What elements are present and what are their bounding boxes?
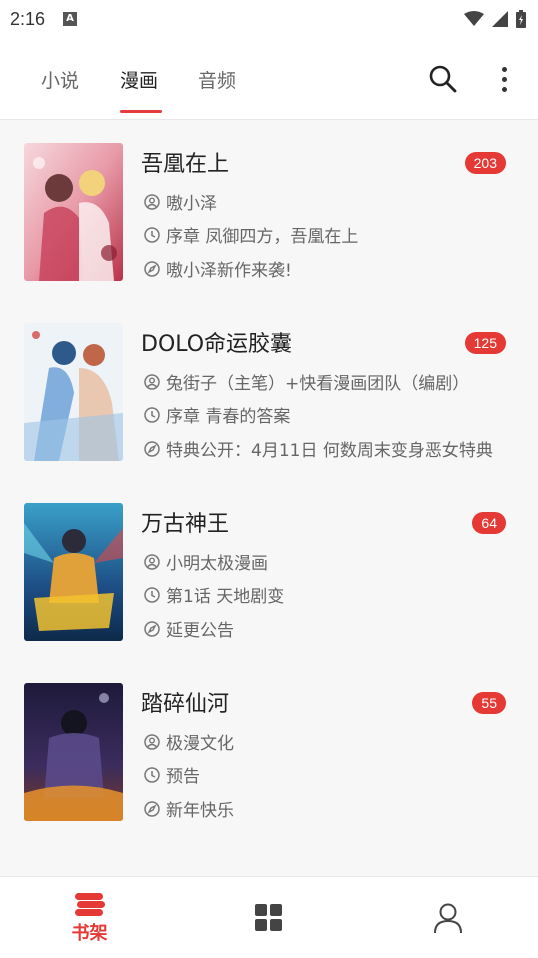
comic-chapter-row: 预告 <box>141 762 513 787</box>
comic-list-item[interactable]: DOLO命运胶囊 125 兔街子（主笔）+快看漫画团队（编剧） 序章 青春的答案… <box>0 301 538 481</box>
comic-notice: 嗷小泽新作来袭! <box>166 261 292 281</box>
top-tab-bar: 小说 漫画 音频 <box>0 38 538 120</box>
update-count-badge: 203 <box>464 152 506 174</box>
nav-profile[interactable] <box>358 877 537 958</box>
status-bar: 2:16 A <box>0 0 538 38</box>
search-button[interactable] <box>428 64 458 94</box>
author-icon <box>144 733 160 750</box>
comic-notice: 延更公告 <box>166 621 234 641</box>
comic-notice-row: 新年快乐 <box>141 796 513 821</box>
clock-icon <box>144 406 160 423</box>
comic-cover-image[interactable] <box>24 503 123 641</box>
comic-notice: 新年快乐 <box>166 801 234 821</box>
compass-icon <box>144 440 160 457</box>
comic-author-row: 兔街子（主笔）+快看漫画团队（编剧） <box>141 369 513 394</box>
comic-cover-image[interactable] <box>24 683 123 821</box>
more-options-button[interactable] <box>494 64 514 94</box>
notification-a-icon: A <box>63 12 78 26</box>
search-icon <box>429 65 457 93</box>
bookshelf-icon <box>74 893 105 916</box>
tab-novel[interactable]: 小说 <box>41 66 79 93</box>
comic-notice-row: 延更公告 <box>141 616 513 641</box>
comic-latest-chapter: 第1话 天地剧变 <box>166 587 285 607</box>
comic-list-item[interactable]: 万古神王 64 小明太极漫画 第1话 天地剧变 延更公告 <box>0 481 538 661</box>
comic-author-row: 嗷小泽 <box>141 189 513 214</box>
clock-icon <box>144 226 160 243</box>
comic-chapter-row: 序章 青春的答案 <box>141 402 513 427</box>
comic-author-row: 小明太极漫画 <box>141 549 513 574</box>
author-icon <box>144 193 160 210</box>
compass-icon <box>144 260 160 277</box>
update-count-badge: 64 <box>472 512 506 534</box>
compass-icon <box>144 800 160 817</box>
comic-author: 嗷小泽 <box>166 194 217 214</box>
more-dot-icon <box>501 66 507 72</box>
tab-comic[interactable]: 漫画 <box>120 66 158 93</box>
comic-chapter-row: 第1话 天地剧变 <box>141 582 513 607</box>
signal-icon <box>492 11 508 27</box>
comic-title: 踏碎仙河 <box>141 692 230 717</box>
comic-cover-image[interactable] <box>24 323 123 461</box>
comic-notice: 特典公开：4月11日 何数周末变身恶女特典 <box>166 441 493 461</box>
comic-cover-image[interactable] <box>24 143 123 281</box>
update-count-badge: 125 <box>464 332 506 354</box>
wifi-icon <box>464 11 484 26</box>
comic-list-item[interactable]: 吾凰在上 203 嗷小泽 序章 凤御四方，吾凰在上 嗷小泽新作来袭! <box>0 121 538 301</box>
more-dot-icon <box>501 86 507 92</box>
clock-icon <box>144 766 160 783</box>
nav-category[interactable] <box>179 877 358 958</box>
compass-icon <box>144 620 160 637</box>
active-tab-indicator <box>120 110 162 113</box>
comic-author-row: 极漫文化 <box>141 729 513 754</box>
tab-audio[interactable]: 音频 <box>198 66 236 93</box>
author-icon <box>144 553 160 570</box>
author-icon <box>144 373 160 390</box>
nav-bookshelf[interactable]: 书架 <box>0 877 179 958</box>
clock-icon <box>144 586 160 603</box>
comic-author: 小明太极漫画 <box>166 554 268 574</box>
comic-latest-chapter: 序章 凤御四方，吾凰在上 <box>166 227 359 247</box>
comic-author: 兔街子（主笔）+快看漫画团队（编剧） <box>166 374 470 394</box>
category-grid-icon <box>254 904 282 931</box>
status-time: 2:16 <box>10 8 46 29</box>
more-dot-icon <box>501 76 507 82</box>
comic-latest-chapter: 预告 <box>166 767 200 787</box>
update-count-badge: 55 <box>472 692 506 714</box>
comic-author: 极漫文化 <box>166 734 234 754</box>
person-icon <box>433 903 462 934</box>
comic-title: 吾凰在上 <box>141 152 230 177</box>
comic-notice-row: 特典公开：4月11日 何数周末变身恶女特典 <box>141 436 513 461</box>
bottom-navigation: 书架 <box>0 876 538 958</box>
comic-list-item[interactable]: 踏碎仙河 55 极漫文化 预告 新年快乐 <box>0 661 538 841</box>
comic-notice-row: 嗷小泽新作来袭! <box>141 256 513 281</box>
battery-icon <box>516 10 526 28</box>
comic-title: 万古神王 <box>141 512 230 537</box>
comic-chapter-row: 序章 凤御四方，吾凰在上 <box>141 222 513 247</box>
nav-bookshelf-label: 书架 <box>71 923 108 944</box>
comic-list: 吾凰在上 203 嗷小泽 序章 凤御四方，吾凰在上 嗷小泽新作来袭! DOLO命… <box>0 121 538 841</box>
comic-latest-chapter: 序章 青春的答案 <box>166 407 291 427</box>
comic-title: DOLO命运胶囊 <box>141 332 293 357</box>
